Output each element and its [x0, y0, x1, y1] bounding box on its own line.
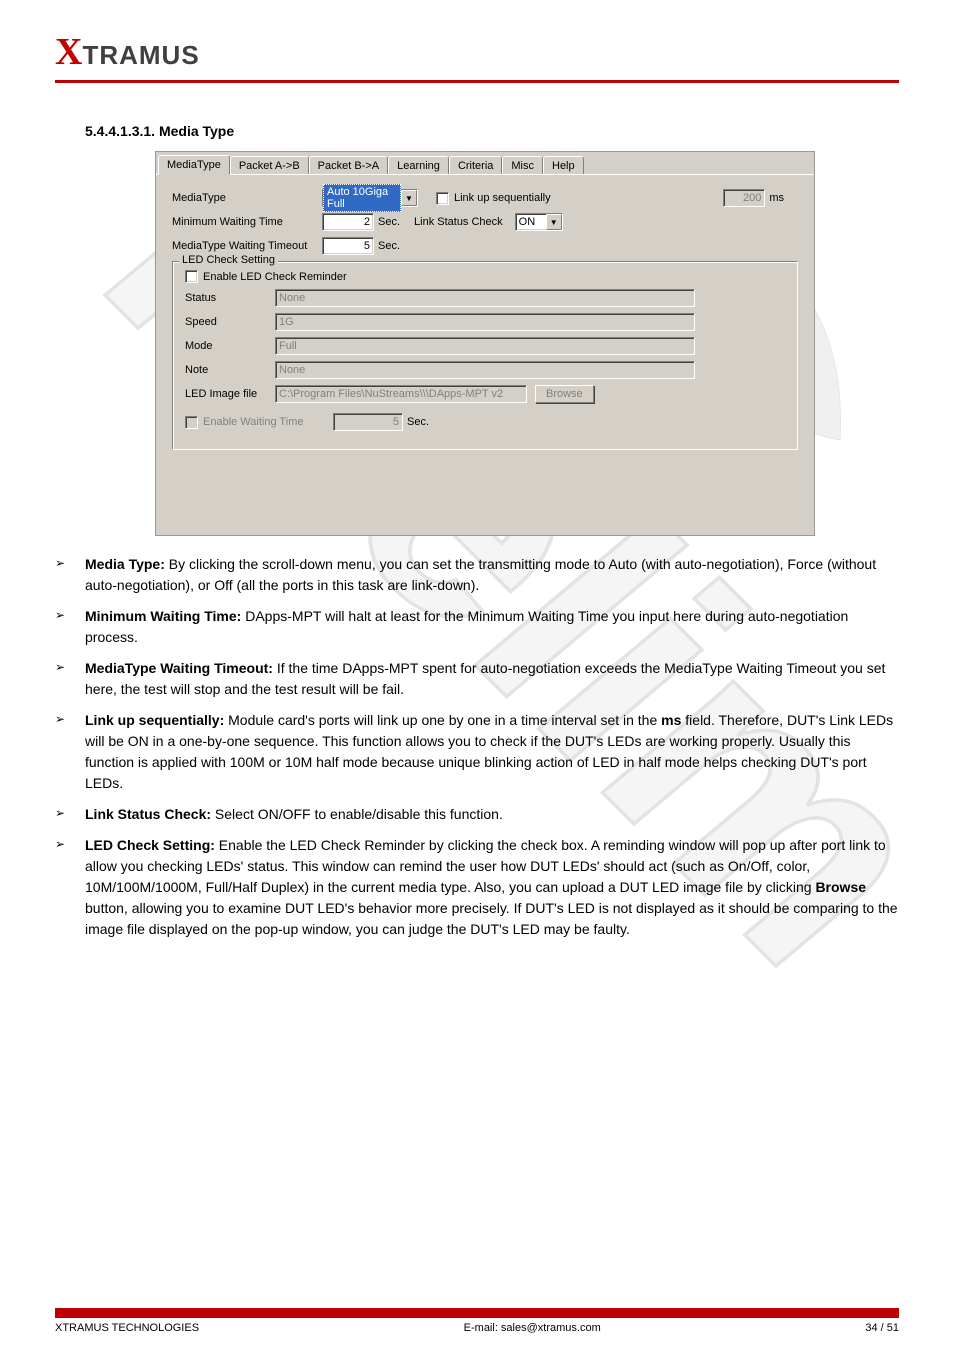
minwait-label: Minimum Waiting Time	[172, 216, 322, 228]
enable-waiting-time-input	[333, 413, 403, 431]
speed-label: Speed	[185, 316, 275, 328]
bullet-linkstatus: ➢ Link Status Check: Select ON/OFF to en…	[55, 804, 899, 825]
bullet-linkup-seq: ➢ Link up sequentially: Module card's po…	[55, 710, 899, 794]
linkup-seq-checkbox[interactable]	[436, 192, 449, 205]
page-footer: XTRAMUS TECHNOLOGIES E-mail: sales@xtram…	[55, 1308, 899, 1334]
header-rule	[55, 80, 899, 83]
led-image-input	[275, 385, 527, 403]
tab-learning[interactable]: Learning	[388, 156, 449, 175]
note-label: Note	[185, 364, 275, 376]
tab-help[interactable]: Help	[543, 156, 584, 175]
settings-panel: MediaType Packet A->B Packet B->A Learni…	[155, 151, 815, 536]
mediatype-value: Auto 10Giga Full	[323, 184, 401, 212]
linkstatus-select[interactable]: ON ▼	[515, 213, 563, 231]
enable-waiting-time-label: Enable Waiting Time	[203, 416, 333, 428]
mediatype-combo[interactable]: Auto 10Giga Full ▼	[322, 189, 418, 207]
logo-x: X	[55, 30, 82, 74]
speed-input	[275, 313, 695, 331]
bullet-mediatype: ➢ Media Type: By clicking the scroll-dow…	[55, 554, 899, 596]
footer-left: XTRAMUS TECHNOLOGIES	[55, 1322, 199, 1334]
tab-strip: MediaType Packet A->B Packet B->A Learni…	[156, 152, 814, 174]
mediatype-label: MediaType	[172, 192, 322, 204]
section-title: 5.4.4.1.3.1. Media Type	[85, 123, 899, 139]
linkstatus-label: Link Status Check	[414, 216, 503, 228]
led-check-fieldset: LED Check Setting Enable LED Check Remin…	[172, 261, 798, 450]
logo-rest: TRAMUS	[82, 40, 199, 71]
led-legend: LED Check Setting	[179, 254, 278, 266]
status-label: Status	[185, 292, 275, 304]
enable-waiting-time-unit: Sec.	[407, 416, 429, 428]
ms-unit: ms	[769, 192, 784, 204]
tab-criteria[interactable]: Criteria	[449, 156, 502, 175]
linkstatus-value: ON	[519, 216, 536, 228]
linkup-seq-ms-input	[723, 189, 765, 207]
mediawait-unit: Sec.	[378, 240, 400, 252]
minwait-unit: Sec.	[378, 216, 400, 228]
enable-led-check-label: Enable LED Check Reminder	[203, 271, 347, 283]
tab-mediatype[interactable]: MediaType	[158, 155, 230, 175]
tab-packet-ab[interactable]: Packet A->B	[230, 156, 309, 175]
led-image-label: LED Image file	[185, 388, 275, 400]
status-input	[275, 289, 695, 307]
bullet-minwait: ➢ Minimum Waiting Time: DApps-MPT will h…	[55, 606, 899, 648]
note-input	[275, 361, 695, 379]
browse-button[interactable]: Browse	[535, 385, 594, 403]
chevron-down-icon: ▼	[546, 214, 562, 230]
footer-right: 34 / 51	[865, 1322, 899, 1334]
footer-center: E-mail: sales@xtramus.com	[464, 1322, 601, 1334]
enable-waiting-time-checkbox	[185, 416, 198, 429]
mode-label: Mode	[185, 340, 275, 352]
chevron-down-icon: ▼	[401, 190, 417, 206]
tab-packet-ba[interactable]: Packet B->A	[309, 156, 388, 175]
mode-input	[275, 337, 695, 355]
minwait-input[interactable]	[322, 213, 374, 231]
tab-misc[interactable]: Misc	[502, 156, 543, 175]
mediawait-input[interactable]	[322, 237, 374, 255]
linkup-seq-label: Link up sequentially	[454, 192, 551, 204]
logo: XTRAMUS	[55, 30, 899, 74]
bullet-mediawait: ➢ MediaType Waiting Timeout: If the time…	[55, 658, 899, 700]
enable-led-check-checkbox[interactable]	[185, 270, 198, 283]
bullet-led-check: ➢ LED Check Setting: Enable the LED Chec…	[55, 835, 899, 940]
mediawait-label: MediaType Waiting Timeout	[172, 240, 322, 252]
